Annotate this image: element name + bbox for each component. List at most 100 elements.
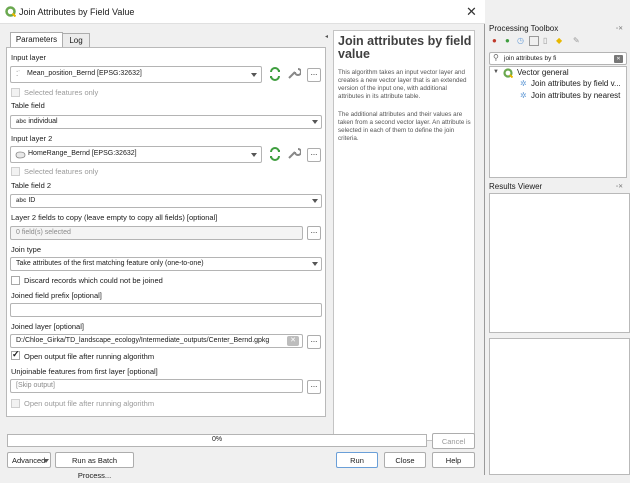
toolbox-search-value: join attributes by fi — [504, 55, 557, 62]
input-layer-browse-button[interactable]: ... — [307, 68, 321, 82]
dialog-titlebar: Join Attributes by Field Value ✕ — [0, 0, 485, 24]
join-type-combo[interactable]: Take attributes of the first matching fe… — [10, 257, 322, 271]
qgis-group-icon — [503, 68, 513, 78]
dock-float-close-icon[interactable]: ▫✕ — [616, 25, 623, 32]
fields-to-copy-button[interactable]: ... — [307, 226, 321, 240]
chevron-down-icon — [251, 73, 257, 77]
results-viewer-title: Results Viewer — [489, 182, 543, 191]
input-layer-combo[interactable]: ⁚˙ Mean_position_Bernd [EPSG:32632] — [10, 66, 262, 83]
table-field-2-value: abc ID — [16, 197, 35, 204]
text-type-icon: abc — [16, 119, 27, 125]
table-field-2-label: Table field 2 — [11, 181, 52, 190]
progress-text: 0% — [211, 436, 223, 443]
input-layer-2-combo[interactable]: HomeRange_Bernd [EPSG:32632] — [10, 146, 262, 163]
advanced-button[interactable]: Advanced — [7, 452, 51, 468]
input-layer-2-browse-button[interactable]: ... — [307, 148, 321, 162]
joined-field-prefix-input[interactable] — [10, 303, 322, 317]
gear-icon: ✲ — [520, 91, 527, 100]
lower-dock-panel — [489, 338, 630, 475]
input-layer-2-label: Input layer 2 — [11, 134, 53, 143]
unjoinable-browse-button[interactable]: ... — [307, 380, 321, 394]
open-output-label: Open output file after running algorithm — [24, 352, 155, 361]
qgis-logo-icon — [5, 6, 16, 17]
fields-to-copy-label: Layer 2 fields to copy (leave empty to c… — [11, 213, 218, 222]
help-paragraph-2: The additional attributes and their valu… — [338, 111, 471, 142]
help-paragraph-1: This algorithm takes an input vector lay… — [338, 69, 467, 100]
run-as-batch-button[interactable]: Run as Batch Process... — [55, 452, 134, 480]
dock-float-close-icon[interactable]: ▫✕ — [616, 183, 623, 190]
toolbox-toolbar: ● ● ◷ ▯ ◆ ✎ — [492, 36, 587, 48]
tree-item-join-by-nearest[interactable]: Join attributes by nearest — [531, 91, 620, 100]
toolbox-tree: ▼ Vector general ✲ Join attributes by fi… — [489, 66, 627, 178]
toolbox-search-input[interactable]: ⚲ join attributes by fi ✕ — [489, 52, 627, 65]
open-output-checkbox[interactable]: ✓ — [11, 349, 20, 360]
clear-icon[interactable]: ✕ — [287, 336, 299, 346]
fields-to-copy-field[interactable]: 0 field(s) selected — [10, 226, 303, 240]
run-button[interactable]: Run — [336, 452, 378, 468]
python-icon[interactable]: ◆ — [556, 36, 562, 45]
wrench-icon[interactable] — [286, 66, 301, 81]
advanced-label: Advanced — [12, 456, 46, 465]
input-layer-value: Mean_position_Bernd [EPSG:32632] — [27, 70, 142, 77]
search-icon: ⚲ — [493, 53, 499, 62]
edit-icon[interactable]: ▯ — [543, 36, 547, 45]
chevron-down-icon — [312, 262, 318, 266]
close-window-icon[interactable]: ✕ — [466, 4, 477, 20]
selected-features-label-2: Selected features only — [24, 167, 99, 176]
collapse-arrow-icon[interactable]: ◂ — [325, 33, 328, 40]
iterate-icon[interactable] — [268, 67, 282, 81]
dialog-title: Join Attributes by Field Value — [19, 7, 135, 17]
table-field-2-text: ID — [28, 197, 36, 204]
results-icon[interactable] — [529, 36, 539, 46]
open-output-checkbox-2[interactable] — [11, 399, 20, 408]
unjoinable-placeholder: [Skip output] — [16, 382, 55, 389]
joined-layer-browse-button[interactable]: ... — [307, 335, 321, 349]
chevron-down-icon — [312, 120, 318, 124]
close-button[interactable]: Close — [384, 452, 426, 468]
side-docks: Processing Toolbox ▫✕ ● ● ◷ ▯ ◆ ✎ ⚲ join… — [486, 0, 630, 475]
clear-search-icon[interactable]: ✕ — [614, 55, 623, 63]
input-layer-label: Input layer — [11, 53, 47, 62]
selected-features-label-1: Selected features only — [24, 88, 99, 97]
joined-field-prefix-label: Joined field prefix [optional] — [11, 291, 102, 300]
models-icon[interactable]: ● — [492, 36, 497, 45]
help-button[interactable]: Help — [432, 452, 475, 468]
help-title: Join attributes by field value — [338, 34, 472, 61]
selected-features-checkbox-2[interactable] — [11, 167, 20, 176]
checkmark-icon: ✓ — [12, 349, 20, 359]
discard-records-checkbox[interactable] — [11, 276, 20, 285]
iterate-icon[interactable] — [268, 147, 282, 161]
table-field-value: abc individual — [16, 118, 58, 125]
table-field-combo[interactable]: abc individual — [10, 115, 322, 129]
scripts-icon[interactable]: ● — [505, 36, 510, 45]
cancel-button[interactable]: Cancel — [432, 433, 475, 449]
options-wrench-icon[interactable]: ✎ — [573, 36, 580, 45]
polygon-layer-icon — [15, 151, 26, 159]
results-viewer-panel — [489, 193, 630, 333]
discard-records-label: Discard records which could not be joine… — [24, 276, 163, 285]
table-field-2-combo[interactable]: abc ID — [10, 194, 322, 208]
joined-layer-input[interactable]: D:/Chloe_Girka/TD_landscape_ecology/Inte… — [10, 334, 303, 348]
joined-layer-label: Joined layer [optional] — [11, 322, 84, 331]
tab-log[interactable]: Log — [62, 33, 90, 48]
progress-bar: 0% — [7, 434, 427, 447]
chevron-down-icon — [251, 153, 257, 157]
gear-icon: ✲ — [520, 79, 527, 88]
join-type-label: Join type — [11, 245, 42, 254]
tree-item-join-by-field[interactable]: Join attributes by field v... — [531, 79, 621, 88]
fields-to-copy-value: 0 field(s) selected — [16, 229, 71, 236]
selected-features-checkbox-1[interactable] — [11, 88, 20, 97]
tree-group-vector-general[interactable]: Vector general — [517, 68, 569, 77]
table-field-text: individual — [28, 118, 58, 125]
unjoinable-features-label: Unjoinable features from first layer [op… — [11, 367, 158, 376]
wrench-icon[interactable] — [286, 146, 301, 161]
tab-parameters[interactable]: Parameters — [10, 32, 63, 48]
join-attributes-dialog: Join Attributes by Field Value ✕ Paramet… — [0, 0, 485, 480]
joined-layer-value: D:/Chloe_Girka/TD_landscape_ecology/Inte… — [16, 337, 270, 344]
open-output-label-2: Open output file after running algorithm — [24, 399, 155, 408]
join-type-value: Take attributes of the first matching fe… — [16, 260, 204, 267]
expand-arrow-icon[interactable]: ▼ — [493, 69, 499, 75]
history-icon[interactable]: ◷ — [517, 36, 524, 45]
point-layer-icon: ⁚˙ — [16, 71, 21, 78]
unjoinable-features-input[interactable]: [Skip output] — [10, 379, 303, 393]
